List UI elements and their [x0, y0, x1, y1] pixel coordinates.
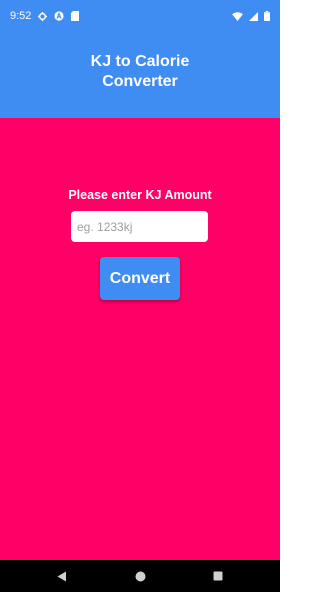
gear-icon: [38, 11, 48, 21]
status-right: [232, 11, 270, 21]
kj-amount-input[interactable]: [71, 211, 208, 242]
status-left: 9:52: [10, 10, 80, 22]
navigation-bar: [0, 560, 280, 592]
app-title: KJ to Calorie Converter: [90, 53, 190, 90]
battery-icon: [264, 11, 270, 21]
status-time: 9:52: [10, 10, 32, 22]
back-button[interactable]: [42, 560, 82, 592]
app-screen: 9:52 KJ to Calorie Converter Please ente…: [0, 0, 280, 592]
app-bar: KJ to Calorie Converter: [0, 32, 280, 118]
wifi-icon: [232, 11, 243, 21]
sd-card-icon: [71, 11, 80, 21]
recents-button[interactable]: [198, 560, 238, 592]
back-icon: [57, 571, 66, 581]
app-a-icon: [54, 11, 65, 21]
status-bar: 9:52: [0, 0, 280, 32]
kj-amount-label: Please enter KJ Amount: [68, 188, 212, 202]
recents-icon: [213, 571, 223, 581]
home-icon: [135, 571, 145, 581]
signal-icon: [249, 11, 258, 21]
convert-button[interactable]: Convert: [100, 257, 180, 300]
home-button[interactable]: [120, 560, 160, 592]
